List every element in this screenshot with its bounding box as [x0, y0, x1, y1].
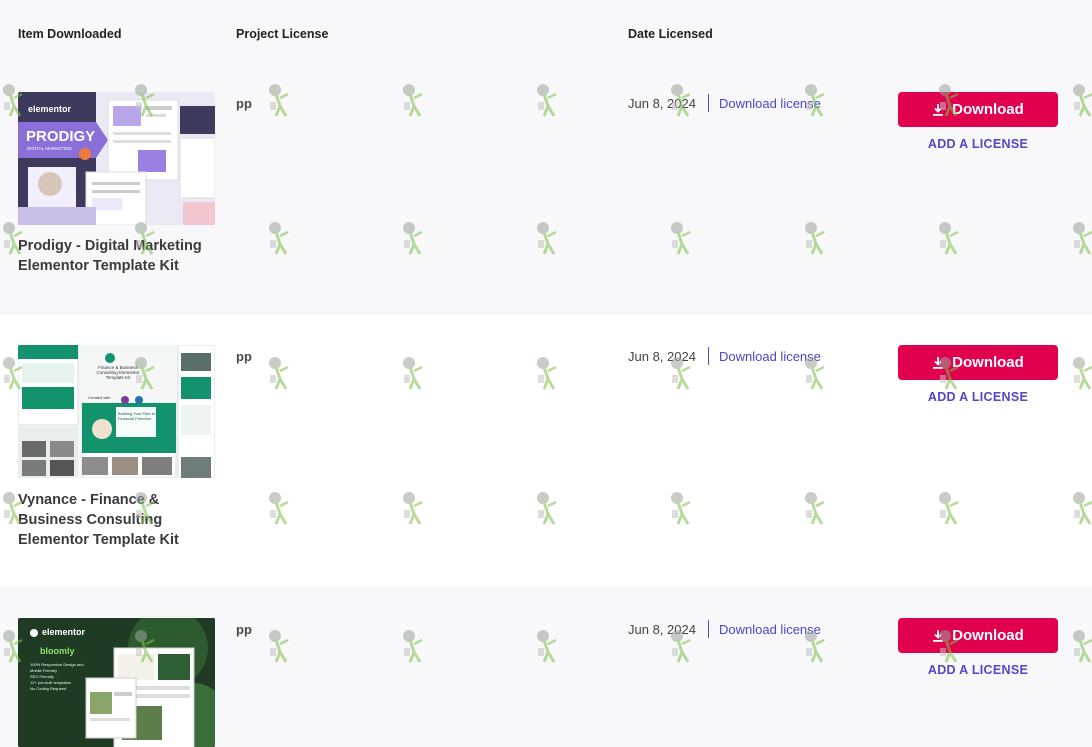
thumb-card: Building Your Path to Financial Freedom — [118, 411, 156, 421]
project-license: pp — [236, 96, 252, 111]
download-button-label: Download — [952, 627, 1024, 644]
project-license: pp — [236, 349, 252, 364]
item-title-line: Vynance - Finance & — [18, 492, 160, 508]
add-license-link[interactable]: ADD A LICENSE — [898, 390, 1058, 404]
item-thumbnail[interactable]: elementor bloomly 100% Responsive Design… — [18, 618, 215, 747]
table-row: elementor bloomly 100% Responsive Design… — [0, 588, 1092, 747]
thumb-heading: Finance & Business Consulting Elementor … — [96, 365, 140, 380]
thumb-logo: bloomly — [40, 646, 75, 656]
table-row: Finance & Business Consulting Elementor … — [0, 315, 1092, 587]
add-license-link[interactable]: ADD A LICENSE — [898, 663, 1058, 677]
download-button-label: Download — [952, 101, 1024, 118]
header-date-licensed: Date Licensed — [628, 27, 713, 41]
download-license-link[interactable]: Download license — [719, 349, 821, 364]
download-button[interactable]: Download — [898, 618, 1058, 653]
item-title-line: Business Consulting — [18, 512, 163, 528]
thumb-brand: elementor — [28, 104, 72, 114]
item-title[interactable]: Prodigy - Digital Marketing Elementor Te… — [18, 236, 223, 276]
thumb-brand: elementor — [42, 627, 86, 637]
thumb-feature: No Coding Required — [30, 686, 67, 691]
header-project-license: Project License — [236, 27, 329, 41]
download-arrow-icon — [933, 356, 944, 369]
separator — [708, 620, 709, 638]
thumb-feature: 100% Responsive Design and Mobile Friend… — [30, 662, 84, 673]
download-license-link[interactable]: Download license — [719, 96, 821, 111]
item-thumbnail[interactable]: Finance & Business Consulting Elementor … — [18, 345, 215, 478]
separator — [708, 94, 709, 112]
download-button-label: Download — [952, 354, 1024, 371]
download-button[interactable]: Download — [898, 92, 1058, 127]
thumb-sub: DIGITAL MARKETING — [27, 146, 73, 151]
thumb-created: Created with — [88, 395, 111, 400]
thumb-heading: PRODIGY — [26, 128, 96, 145]
project-license: pp — [236, 622, 252, 637]
separator — [708, 347, 709, 365]
item-thumbnail[interactable]: elementor PRODIGY DIGITAL MARKETING — [18, 92, 215, 225]
download-license-link[interactable]: Download license — [719, 622, 821, 637]
header-item-downloaded: Item Downloaded — [18, 27, 122, 41]
table-row: elementor PRODIGY DIGITAL MARKETING Prod… — [0, 70, 1092, 314]
date-licensed: Jun 8, 2024 — [628, 349, 696, 364]
item-title-line: Elementor Template Kit — [18, 258, 179, 274]
item-title-line: Prodigy - Digital Marketing — [18, 238, 202, 254]
item-title-line: Elementor Template Kit — [18, 532, 179, 548]
item-title[interactable]: Vynance - Finance & Business Consulting … — [18, 490, 223, 550]
download-arrow-icon — [933, 629, 944, 642]
download-button[interactable]: Download — [898, 345, 1058, 380]
date-licensed: Jun 8, 2024 — [628, 96, 696, 111]
table-header: Item Downloaded Project License Date Lic… — [0, 0, 1092, 70]
download-arrow-icon — [933, 103, 944, 116]
add-license-link[interactable]: ADD A LICENSE — [898, 137, 1058, 151]
thumb-features: 100% Responsive Design and Mobile Friend… — [30, 662, 86, 692]
date-licensed: Jun 8, 2024 — [628, 622, 696, 637]
